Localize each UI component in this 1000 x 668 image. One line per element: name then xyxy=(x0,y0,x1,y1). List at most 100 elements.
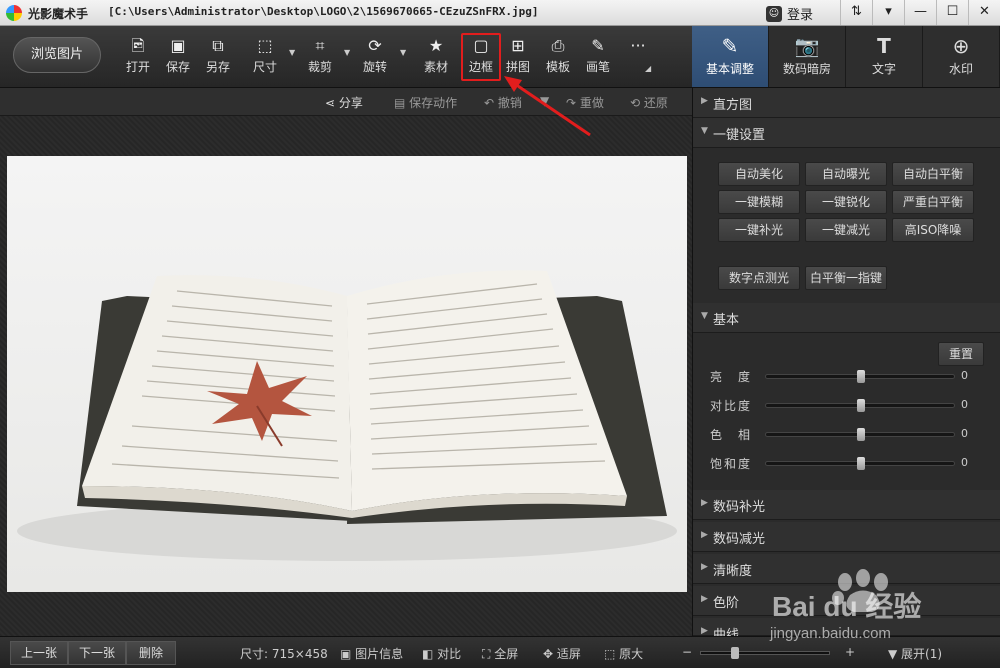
image-info-button[interactable]: ▣ 图片信息 xyxy=(340,645,403,662)
fit-screen-button[interactable]: ✥ 适屏 xyxy=(543,645,581,662)
zoom-out-button[interactable]: − xyxy=(682,645,692,659)
more-button[interactable]: ··· xyxy=(620,36,656,82)
tab-digital-darkroom[interactable]: 📷 数码暗房 xyxy=(769,26,846,87)
zoom-knob[interactable] xyxy=(731,647,739,659)
digital-reduce-light-label: 数码减光 xyxy=(713,532,766,547)
brightness-label: 亮 度 xyxy=(710,370,753,384)
resize-icon: ⬚ xyxy=(257,36,273,55)
minimize-button[interactable]: — xyxy=(904,0,936,25)
save-button[interactable]: ▣ 保存 xyxy=(160,36,196,82)
crop-icon: ⌗ xyxy=(315,36,325,55)
auto-beautify-button[interactable]: 自动美化 xyxy=(718,162,800,186)
tab-basic-adjust[interactable]: ✎ 基本调整 xyxy=(692,26,769,87)
collapse-arrow-icon: ▼ xyxy=(701,311,708,321)
brightness-slider[interactable] xyxy=(765,370,955,383)
next-image-button[interactable]: 下一张 xyxy=(68,641,126,665)
login-button[interactable]: ☺ 登录 xyxy=(766,4,813,23)
save-action-icon: ▤ xyxy=(394,96,410,110)
app-logo-icon xyxy=(6,5,22,21)
contrast-knob[interactable] xyxy=(857,399,865,412)
expand-arrow-icon: ▶ xyxy=(701,626,708,636)
rotate-icon: ⟳ xyxy=(368,36,382,55)
saturation-slider[interactable] xyxy=(765,457,955,470)
contrast-value: 0 xyxy=(961,398,968,411)
book-photo xyxy=(7,156,687,592)
digital-reduce-light-section[interactable]: ▶ 数码减光 xyxy=(693,522,1000,552)
maximize-button[interactable]: ☐ xyxy=(936,0,968,25)
restore-button[interactable]: ⟲ 还原 xyxy=(630,94,668,111)
expand-arrow-icon: ▶ xyxy=(701,498,708,508)
delete-button[interactable]: 删除 xyxy=(126,641,176,665)
adjust-tabs: ✎ 基本调整 📷 数码暗房 T 文字 ⊕ 水印 xyxy=(692,26,1000,88)
basic-section[interactable]: ▼ 基本 xyxy=(693,303,1000,333)
auto-exposure-button[interactable]: 自动曝光 xyxy=(805,162,887,186)
expand-arrow-icon: ▶ xyxy=(701,530,708,540)
white-balance-picker-button[interactable]: 白平衡一指键 xyxy=(805,266,887,290)
crop-button[interactable]: ⌗ 裁剪 xyxy=(302,36,338,82)
brightness-value: 0 xyxy=(961,369,968,382)
saturation-knob[interactable] xyxy=(857,457,865,470)
digital-fill-light-section[interactable]: ▶ 数码补光 xyxy=(693,490,1000,520)
skin-button[interactable]: ⇅ xyxy=(840,0,872,25)
open-icon: 🖻 xyxy=(131,36,145,55)
auto-white-balance-button[interactable]: 自动白平衡 xyxy=(892,162,974,186)
edit-icon: ✎ xyxy=(721,34,739,58)
hue-slider[interactable] xyxy=(765,428,955,441)
severe-white-balance-button[interactable]: 严重白平衡 xyxy=(892,190,974,214)
book-illustration xyxy=(17,270,677,561)
save-action-button[interactable]: ▤ 保存动作 xyxy=(394,94,457,111)
one-click-blur-button[interactable]: 一键模糊 xyxy=(718,190,800,214)
contrast-slider[interactable] xyxy=(765,399,955,412)
hue-value: 0 xyxy=(961,427,968,440)
brush-icon: ✎ xyxy=(591,36,605,55)
crop-label: 裁剪 xyxy=(307,60,332,74)
close-button[interactable]: ✕ xyxy=(968,0,1000,25)
save-action-label: 保存动作 xyxy=(409,96,458,110)
original-size-button[interactable]: ⬚ 原大 xyxy=(604,645,643,662)
restore-icon: ⟲ xyxy=(630,96,644,110)
frame-highlight-box xyxy=(461,33,501,81)
one-click-sharpen-button[interactable]: 一键锐化 xyxy=(805,190,887,214)
menu-button[interactable]: ▾ xyxy=(872,0,904,25)
one-click-label: 一键设置 xyxy=(713,128,766,143)
one-click-reduce-light-button[interactable]: 一键减光 xyxy=(805,218,887,242)
tab-watermark-label: 水印 xyxy=(948,62,973,76)
toolbar-expand-icon[interactable]: ◢ xyxy=(645,64,651,73)
compare-button[interactable]: ◧ 对比 xyxy=(422,645,461,662)
baidu-jingyan-watermark: Bai du 经验 jingyan.baidu.com xyxy=(760,560,990,655)
login-label: 登录 xyxy=(787,8,814,23)
rotate-button[interactable]: ⟳ 旋转 xyxy=(357,36,393,82)
open-button[interactable]: 🖻 打开 xyxy=(120,36,156,82)
hue-knob[interactable] xyxy=(857,428,865,441)
save-label: 保存 xyxy=(165,60,190,74)
reset-button[interactable]: 重置 xyxy=(938,342,984,366)
one-click-section[interactable]: ▼ 一键设置 xyxy=(693,118,1000,148)
open-label: 打开 xyxy=(125,60,150,74)
share-button[interactable]: ⋖ 分享 xyxy=(325,94,363,111)
spot-metering-button[interactable]: 数字点测光 xyxy=(718,266,800,290)
image-canvas[interactable] xyxy=(0,116,692,636)
resize-dropdown-icon[interactable]: ▼ xyxy=(289,48,295,57)
browse-images-button[interactable]: 浏览图片 xyxy=(13,37,101,73)
digital-fill-light-label: 数码补光 xyxy=(713,500,766,515)
rotate-dropdown-icon[interactable]: ▼ xyxy=(400,48,406,57)
brightness-knob[interactable] xyxy=(857,370,865,383)
tab-watermark[interactable]: ⊕ 水印 xyxy=(923,26,1000,87)
fullscreen-icon: ⛶ xyxy=(482,647,495,661)
save-as-label: 另存 xyxy=(205,60,230,74)
image-size: 尺寸: 715×458 xyxy=(240,647,328,661)
high-iso-denoise-button[interactable]: 高ISO降噪 xyxy=(892,218,974,242)
text-icon: T xyxy=(877,34,891,58)
fit-screen-label: 适屏 xyxy=(556,647,581,661)
material-button[interactable]: ★ 素材 xyxy=(418,36,454,82)
histogram-section[interactable]: ▶ 直方图 xyxy=(693,88,1000,118)
hue-label: 色 相 xyxy=(710,428,753,442)
tab-text[interactable]: T 文字 xyxy=(846,26,923,87)
watermark-brand: Bai du 经验 xyxy=(772,591,922,622)
fullscreen-button[interactable]: ⛶ 全屏 xyxy=(482,645,518,662)
save-as-button[interactable]: ⧉ 另存 xyxy=(200,36,236,82)
resize-button[interactable]: ⬚ 尺寸 xyxy=(247,36,283,82)
crop-dropdown-icon[interactable]: ▼ xyxy=(344,48,350,57)
previous-image-button[interactable]: 上一张 xyxy=(10,641,68,665)
one-click-fill-light-button[interactable]: 一键补光 xyxy=(718,218,800,242)
